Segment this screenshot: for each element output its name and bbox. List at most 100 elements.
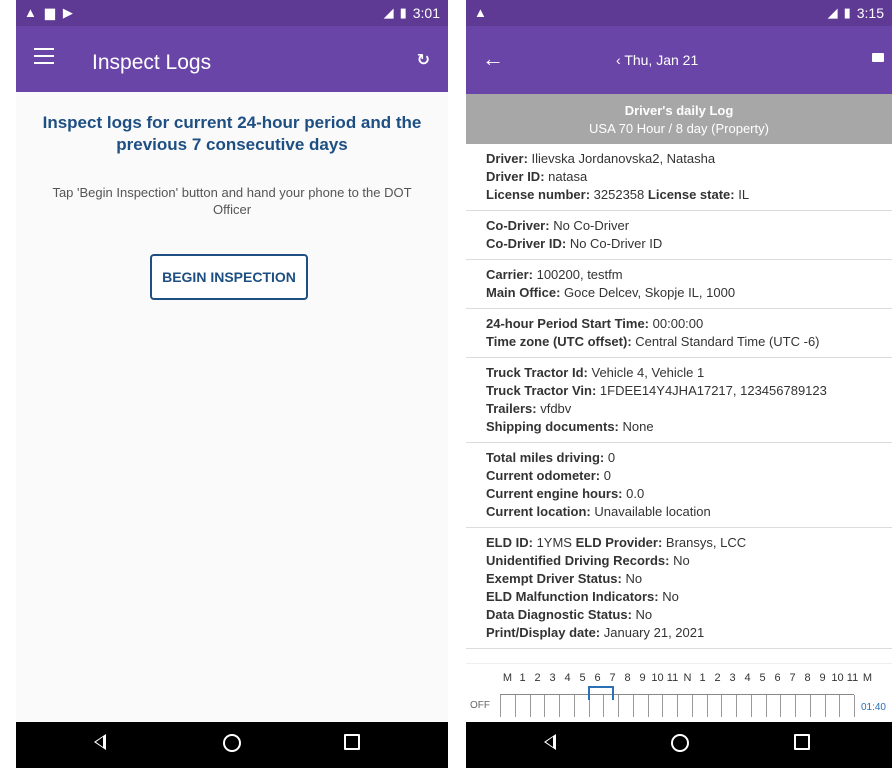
log-row-label: Current engine hours: xyxy=(486,486,623,501)
log-row: Current location: Unavailable location xyxy=(486,503,880,521)
log-row: Driver ID: natasa xyxy=(486,168,880,186)
status-time: 3:15 xyxy=(856,5,884,21)
log-row-value: 0 xyxy=(607,450,616,465)
log-body: Driver: Ilievska Jordanovska2, Natasha Dr… xyxy=(466,144,892,722)
log-row: Current odometer: 0 xyxy=(486,467,880,485)
log-row: License number: 3252358 License state: I… xyxy=(486,186,880,204)
log-row-value: 3252358 xyxy=(593,187,645,202)
battery-icon: ▮ xyxy=(399,5,407,20)
log-row-label: Current odometer: xyxy=(486,468,601,483)
graph-hour-label: 5 xyxy=(579,672,586,684)
graph-hour-label: 8 xyxy=(624,672,631,684)
recents-nav-icon[interactable] xyxy=(344,734,360,750)
log-row: Time zone (UTC offset): Central Standard… xyxy=(486,333,880,351)
graph-grid-line xyxy=(780,695,782,717)
log-row-value: vfdbv xyxy=(540,401,572,416)
graph-grid-line xyxy=(736,695,737,717)
graph-hour-label: 4 xyxy=(564,672,571,684)
app-bar: Inspect Logs ↻ xyxy=(16,26,448,92)
graph-hour-label: 10 xyxy=(831,672,844,684)
graph-grid-line xyxy=(514,695,516,717)
log-row-value: 0.0 xyxy=(626,486,645,501)
log-row-label: Driver ID: xyxy=(486,169,545,184)
log-section: ELD ID: 1YMS ELD Provider: Bransys, LCC U… xyxy=(466,528,892,649)
log-row: Print/Display date: January 21, 2021 xyxy=(486,624,880,642)
log-row-value: Bransys, LCC xyxy=(665,535,747,550)
log-row-value: natasa xyxy=(548,169,588,184)
log-row: Shipping documents: None xyxy=(486,418,880,436)
log-row: Carrier: 100200, testfm xyxy=(486,266,880,284)
graph-grid-line xyxy=(500,695,501,717)
graph-grid xyxy=(500,694,855,717)
log-header: Driver's daily Log USA 70 Hour / 8 day (… xyxy=(466,94,892,144)
graph-hour-label: 6 xyxy=(774,672,781,684)
graph-hour-label: M xyxy=(862,672,873,684)
graph-total: 01:40 xyxy=(860,702,886,713)
log-section: Carrier: 100200, testfm Main Office: Goce… xyxy=(466,260,892,309)
sync-icon[interactable]: ↻ xyxy=(417,50,430,70)
graph-grid-line xyxy=(750,695,752,717)
log-row-label: Main Office: xyxy=(486,285,561,300)
inspect-heading: Inspect logs for current 24-hour period … xyxy=(42,113,422,154)
graph-grid-line xyxy=(573,695,575,717)
graph-hour-label: 7 xyxy=(609,672,616,684)
graph-hour-label: M xyxy=(502,672,513,684)
log-row: Data Diagnostic Status: No xyxy=(486,606,880,624)
log-row: Truck Tractor Id: Vehicle 4, Vehicle 1 xyxy=(486,364,880,382)
graph-grid-line xyxy=(632,695,634,717)
log-row-value: No xyxy=(635,607,653,622)
graph-hour-label: 7 xyxy=(789,672,796,684)
log-row-value: None xyxy=(622,419,654,434)
log-row-label: Truck Tractor Id: xyxy=(486,365,588,380)
log-section: Co-Driver: No Co-Driver Co-Driver ID: No … xyxy=(466,211,892,260)
mail-icon[interactable] xyxy=(872,53,884,62)
graph-hour-label: 4 xyxy=(744,672,751,684)
menu-icon[interactable] xyxy=(34,48,54,64)
log-row: ELD ID: 1YMS ELD Provider: Bransys, LCC xyxy=(486,534,880,552)
graph-grid-line xyxy=(706,695,708,717)
begin-inspection-button[interactable]: BEGIN INSPECTION xyxy=(150,254,308,300)
log-row: ELD Malfunction Indicators: No xyxy=(486,588,880,606)
graph-grid-line xyxy=(721,695,723,717)
log-row: Main Office: Goce Delcev, Skopje IL, 100… xyxy=(486,284,880,302)
chevron-left-icon[interactable]: ‹ xyxy=(616,52,621,68)
graph-duty-mark xyxy=(588,686,614,700)
log-row-value: No xyxy=(625,571,643,586)
graph-hour-label: 5 xyxy=(759,672,766,684)
home-nav-icon[interactable] xyxy=(223,734,241,752)
log-row-value: 1YMS xyxy=(536,535,572,550)
recents-nav-icon[interactable] xyxy=(794,734,810,750)
warning-icon: ▲ xyxy=(474,5,487,20)
log-row: Total miles driving: 0 xyxy=(486,449,880,467)
log-section: 24-hour Period Start Time: 00:00:00 Time … xyxy=(466,309,892,358)
nav-bar xyxy=(16,722,448,768)
log-row: Exempt Driver Status: No xyxy=(486,570,880,588)
log-row: Unidentified Driving Records: No xyxy=(486,552,880,570)
log-row-label: License number: xyxy=(486,187,591,202)
graph-hour-label: 2 xyxy=(714,672,721,684)
car-icon: ▆ xyxy=(44,5,55,20)
log-section: Truck Tractor Id: Vehicle 4, Vehicle 1 Tr… xyxy=(466,358,892,443)
graph-row-label: OFF xyxy=(470,700,490,711)
home-nav-icon[interactable] xyxy=(671,734,689,752)
log-row-label: Carrier: xyxy=(486,267,533,282)
back-nav-icon[interactable] xyxy=(544,734,556,750)
log-row-value: 0 xyxy=(603,468,611,483)
lte-signal-icon: ◢ xyxy=(383,5,394,20)
log-graph: M 1 2 3 4 5 6 7 8 9 10 11 N 1 2 3 4 5 6 7 8 9 10 11 M OFF 01:40 xyxy=(466,663,892,722)
graph-grid-line xyxy=(809,695,811,717)
status-time: 3:01 xyxy=(412,5,440,21)
right-screen: ▲ ◢ ▮ 3:15 ← ‹ Thu, Jan 21 Driver's dail… xyxy=(466,0,892,768)
log-row-label: ELD ID: xyxy=(486,535,533,550)
log-row: Co-Driver: No Co-Driver xyxy=(486,217,880,235)
graph-grid-line xyxy=(765,695,767,717)
back-nav-icon[interactable] xyxy=(94,734,106,750)
graph-grid-line xyxy=(662,695,664,717)
date-nav[interactable]: ‹ Thu, Jan 21 xyxy=(616,52,698,68)
log-row-value: 00:00:00 xyxy=(652,316,704,331)
graph-hour-label: 1 xyxy=(699,672,706,684)
graph-grid-line xyxy=(691,695,693,717)
back-arrow-icon[interactable]: ← xyxy=(482,46,504,72)
graph-hour-label: 8 xyxy=(804,672,811,684)
graph-hour-label: 3 xyxy=(729,672,736,684)
